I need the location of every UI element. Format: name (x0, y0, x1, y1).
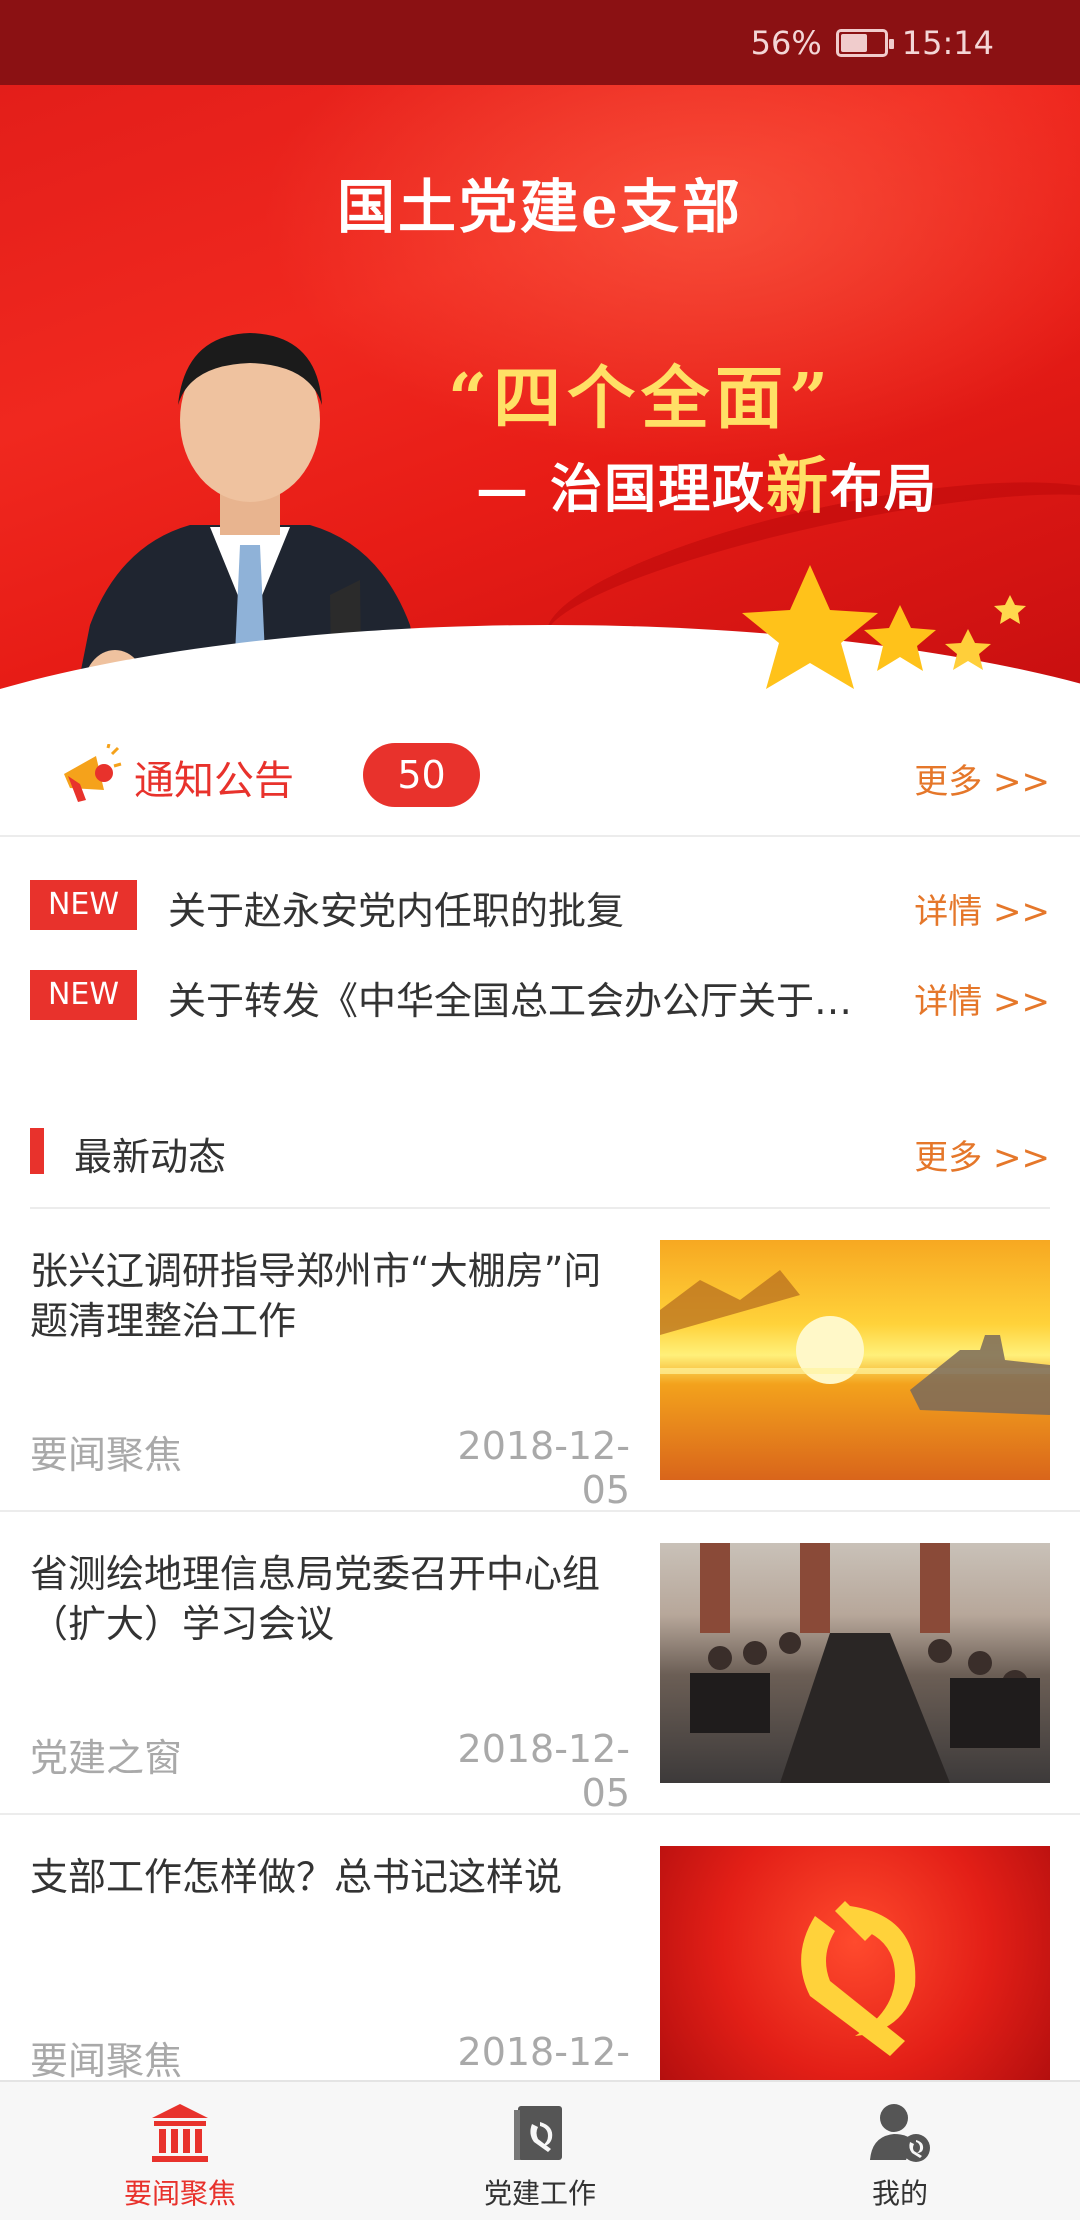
new-badge: NEW (30, 880, 137, 930)
news-thumbnail (660, 1240, 1050, 1480)
news-category: 党建之窗 (30, 1736, 183, 1780)
news-category: 要闻聚焦 (30, 2039, 183, 2083)
latest-news-header: 最新动态 更多 >> (0, 1118, 1080, 1186)
divider (0, 1510, 1080, 1512)
slogan-prefix: — 治国理政 (476, 459, 767, 520)
banner-slogan-line2: — 治国理政新布局 (476, 435, 938, 525)
news-title: 支部工作怎样做？总书记这样说 (30, 1855, 563, 1899)
notice-detail-link[interactable]: 详情 >> (914, 884, 1050, 933)
news-date: 2018-12-05 (457, 1424, 630, 1512)
new-badge: NEW (30, 970, 137, 1020)
news-title: 张兴辽调研指导郑州市“大棚房”问题清理整治工作 (30, 1249, 602, 1343)
slogan-highlight: 新 (766, 449, 831, 522)
news-thumbnail (660, 1846, 1050, 2086)
app-logo: 国土党建e支部 (337, 173, 743, 241)
notice-item[interactable]: NEW 关于赵永安党内任职的批复 详情 >> (0, 870, 1080, 940)
news-category: 要闻聚焦 (30, 1433, 183, 1477)
status-right: 56% 15:14 (751, 22, 994, 64)
battery-icon (835, 29, 894, 57)
tab-label: 要闻聚焦 (123, 2177, 236, 2210)
news-title: 省测绘地理信息局党委召开中心组（扩大）学习会议 (30, 1552, 601, 1646)
user-icon (870, 2104, 930, 2162)
notice-header: 通知公告 50 更多 >> (0, 730, 1080, 820)
status-bar: 56% 15:14 (0, 0, 1080, 85)
notice-item-title: 关于转发《中华全国总工会办公厅关于做好2018年元旦春节期间走访慰问工作的通知》 (168, 979, 878, 1023)
notice-item[interactable]: NEW 关于转发《中华全国总工会办公厅关于做好2018年元旦春节期间走访慰问工作… (0, 960, 1080, 1030)
tab-news-focus[interactable]: 要闻聚焦 (0, 2082, 360, 2220)
party-book-icon (514, 2106, 562, 2160)
slogan-suffix: 布局 (830, 459, 939, 520)
megaphone-icon (64, 744, 122, 802)
bottom-tab-bar: 要闻聚焦 党建工作 我的 (0, 2080, 1080, 2220)
notice-count-badge: 50 (363, 743, 480, 807)
tab-label: 我的 (871, 2177, 928, 2210)
banner-slogan-line1: “四个全面” (448, 359, 835, 439)
divider (30, 1207, 1050, 1209)
notice-more-link[interactable]: 更多 >> (914, 754, 1050, 803)
notice-title: 通知公告 (134, 758, 294, 804)
tab-label: 党建工作 (483, 2177, 596, 2210)
divider (0, 835, 1080, 837)
tab-me[interactable]: 我的 (720, 2082, 1080, 2220)
news-thumbnail (660, 1543, 1050, 1783)
status-time: 15:14 (901, 24, 994, 62)
divider (0, 1813, 1080, 1815)
section-accent-bar (30, 1128, 44, 1174)
latest-more-link[interactable]: 更多 >> (914, 1130, 1050, 1179)
news-item[interactable]: 省测绘地理信息局党委召开中心组（扩大）学习会议 党建之窗 2018-12-05 (0, 1529, 1080, 1832)
notice-detail-link[interactable]: 详情 >> (914, 974, 1050, 1023)
battery-fill (840, 34, 867, 52)
latest-news-title: 最新动态 (74, 1135, 227, 1179)
news-item[interactable]: 张兴辽调研指导郑州市“大棚房”问题清理整治工作 要闻聚焦 2018-12-05 (0, 1226, 1080, 1529)
news-date: 2018-12-05 (457, 1727, 630, 1815)
hero-banner[interactable]: 国土党建e支部 “四个全面” — 治国理政新布局 (0, 85, 1080, 695)
institution-icon (152, 2104, 208, 2162)
notice-item-title: 关于赵永安党内任职的批复 (168, 889, 625, 933)
stars-decoration (742, 565, 1026, 689)
tab-party-work[interactable]: 党建工作 (360, 2082, 720, 2220)
battery-percent: 56% (750, 24, 822, 62)
